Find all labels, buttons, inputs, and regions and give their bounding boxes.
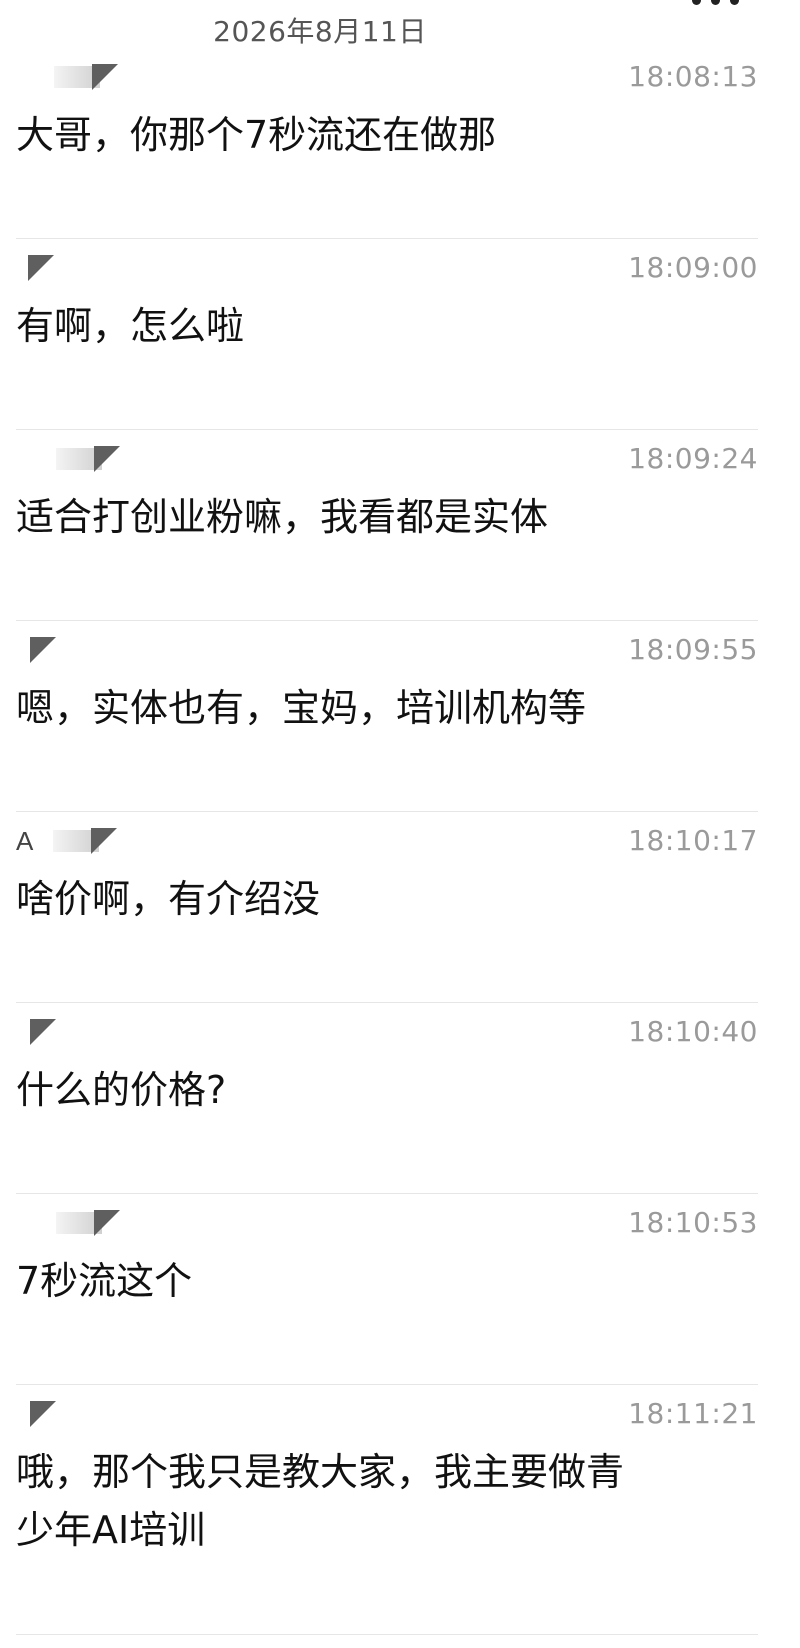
redacted-avatar-icon <box>16 635 126 665</box>
redacted-avatar-icon <box>16 1399 126 1429</box>
message-text: 哦，那个我只是教大家，我主要做青 少年AI培训 <box>16 1450 625 1552</box>
redacted-avatar-icon <box>16 1017 126 1047</box>
redacted-avatar-icon <box>16 1208 126 1238</box>
redacted-avatar-icon <box>16 62 126 92</box>
message-item[interactable]: 18:10:40 什么的价格? <box>16 1003 758 1194</box>
redacted-avatar-icon <box>39 826 149 856</box>
message-time: 18:11:21 <box>628 1397 758 1430</box>
message-item[interactable]: 18:09:55 嗯，实体也有，宝妈，培训机构等 <box>16 621 758 812</box>
sender <box>16 60 126 94</box>
message-text: 什么的价格? <box>16 1068 227 1112</box>
message-item[interactable]: 18:11:21 哦，那个我只是教大家，我主要做青 少年AI培训 <box>16 1385 758 1635</box>
sender <box>16 251 126 285</box>
message-time: 18:10:17 <box>628 824 758 857</box>
message-item[interactable]: A 18:10:17 啥价啊，有介绍没 <box>16 812 758 1003</box>
message-text: 嗯，实体也有，宝妈，培训机构等 <box>16 686 587 730</box>
sender <box>16 1206 126 1240</box>
redacted-avatar-icon <box>16 253 126 283</box>
message-time: 18:09:00 <box>628 251 758 284</box>
message-time: 18:08:13 <box>628 60 758 93</box>
message-time: 18:09:55 <box>628 633 758 666</box>
date-header: 2026年8月11日 <box>213 15 427 48</box>
message-item[interactable]: 18:10:53 7秒流这个 <box>16 1194 758 1385</box>
message-text: 有啊，怎么啦 <box>16 304 245 348</box>
sender-initial: A <box>16 825 34 856</box>
sender: A <box>16 824 149 858</box>
sender <box>16 442 126 476</box>
redacted-avatar-icon <box>16 444 126 474</box>
message-item[interactable]: 18:09:00 有啊，怎么啦 <box>16 239 758 430</box>
sender <box>16 633 126 667</box>
message-text: 大哥，你那个7秒流还在做那 <box>16 113 497 157</box>
sender <box>16 1015 126 1049</box>
message-item[interactable]: 18:08:13 大哥，你那个7秒流还在做那 <box>16 48 758 239</box>
message-text: 适合打创业粉嘛，我看都是实体 <box>16 495 549 539</box>
message-list: 18:08:13 大哥，你那个7秒流还在做那 18:09:00 有啊，怎么啦 1… <box>0 48 800 1635</box>
message-text: 啥价啊，有介绍没 <box>16 877 321 921</box>
message-time: 18:10:40 <box>628 1015 758 1048</box>
message-text: 7秒流这个 <box>16 1259 193 1303</box>
sender <box>16 1397 126 1431</box>
message-time: 18:10:53 <box>628 1206 758 1239</box>
more-options-icon[interactable] <box>692 0 752 8</box>
message-time: 18:09:24 <box>628 442 758 475</box>
message-item[interactable]: 18:09:24 适合打创业粉嘛，我看都是实体 <box>16 430 758 621</box>
